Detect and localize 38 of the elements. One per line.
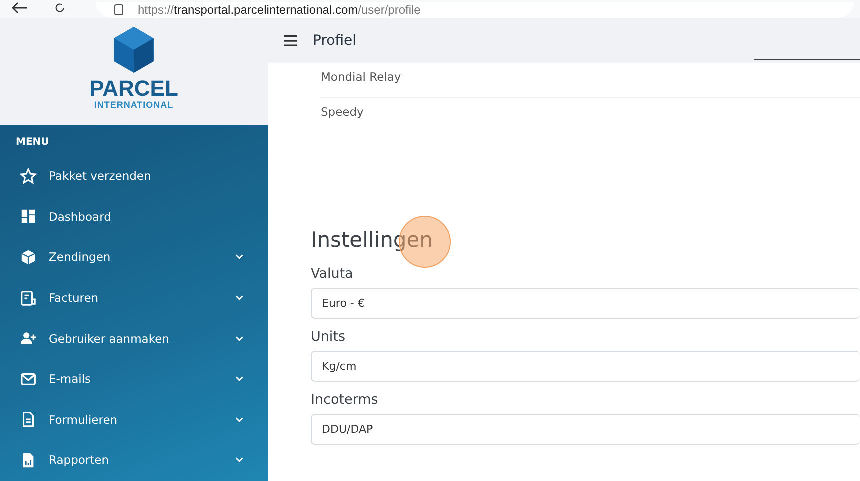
input-field[interactable]: Kg/cm [311,351,860,382]
chevron-down-icon [235,254,244,260]
cube-logo-icon [113,26,155,74]
address-bar[interactable]: https://transportal.parcelinternational.com/user/profile [96,2,854,18]
page-info-icon[interactable] [114,4,124,16]
logo-name: PARCEL [90,78,178,100]
menu-heading: MENU [15,137,50,148]
menu-item[interactable]: Facturen [0,278,268,318]
star-icon [20,168,37,185]
menu-icon[interactable] [284,34,297,46]
cube-icon [20,248,37,266]
chevron-down-icon [235,336,244,342]
logo-subtitle: INTERNATIONAL [94,100,174,110]
chevron-down-icon [235,457,244,464]
menu-item[interactable]: Pakket verzenden [0,156,268,197]
menu-item[interactable]: Formulieren [0,400,268,440]
menu-item[interactable]: Dashboard [0,196,268,238]
url-text: https://transportal.parcelinternational.com/user/profile [138,3,421,17]
menu-item[interactable]: E-mails [0,358,268,400]
dashboard-icon [20,208,37,226]
chevron-down-icon [235,416,244,423]
back-icon[interactable] [12,2,28,14]
field-label: Valuta [311,266,354,282]
invoice-icon [20,290,37,307]
page-title: Profiel [313,32,357,48]
input-field[interactable]: Euro - € [311,288,860,319]
field-label: Incoterms [311,392,380,408]
carrier-item: Mondial Relay [321,63,860,98]
chevron-down-icon [235,295,244,302]
mail-icon [20,370,37,388]
document-icon [20,411,37,428]
menu-item[interactable]: Gebruiker aanmaken [0,318,268,359]
field-label: Units [311,329,347,345]
menu-item[interactable]: Rapporten [0,440,268,481]
menu-item[interactable]: Zendingen [0,237,268,278]
carrier-item: Speedy [321,104,365,121]
chevron-down-icon [235,376,244,382]
input-field[interactable]: DDU/DAP [311,414,860,445]
